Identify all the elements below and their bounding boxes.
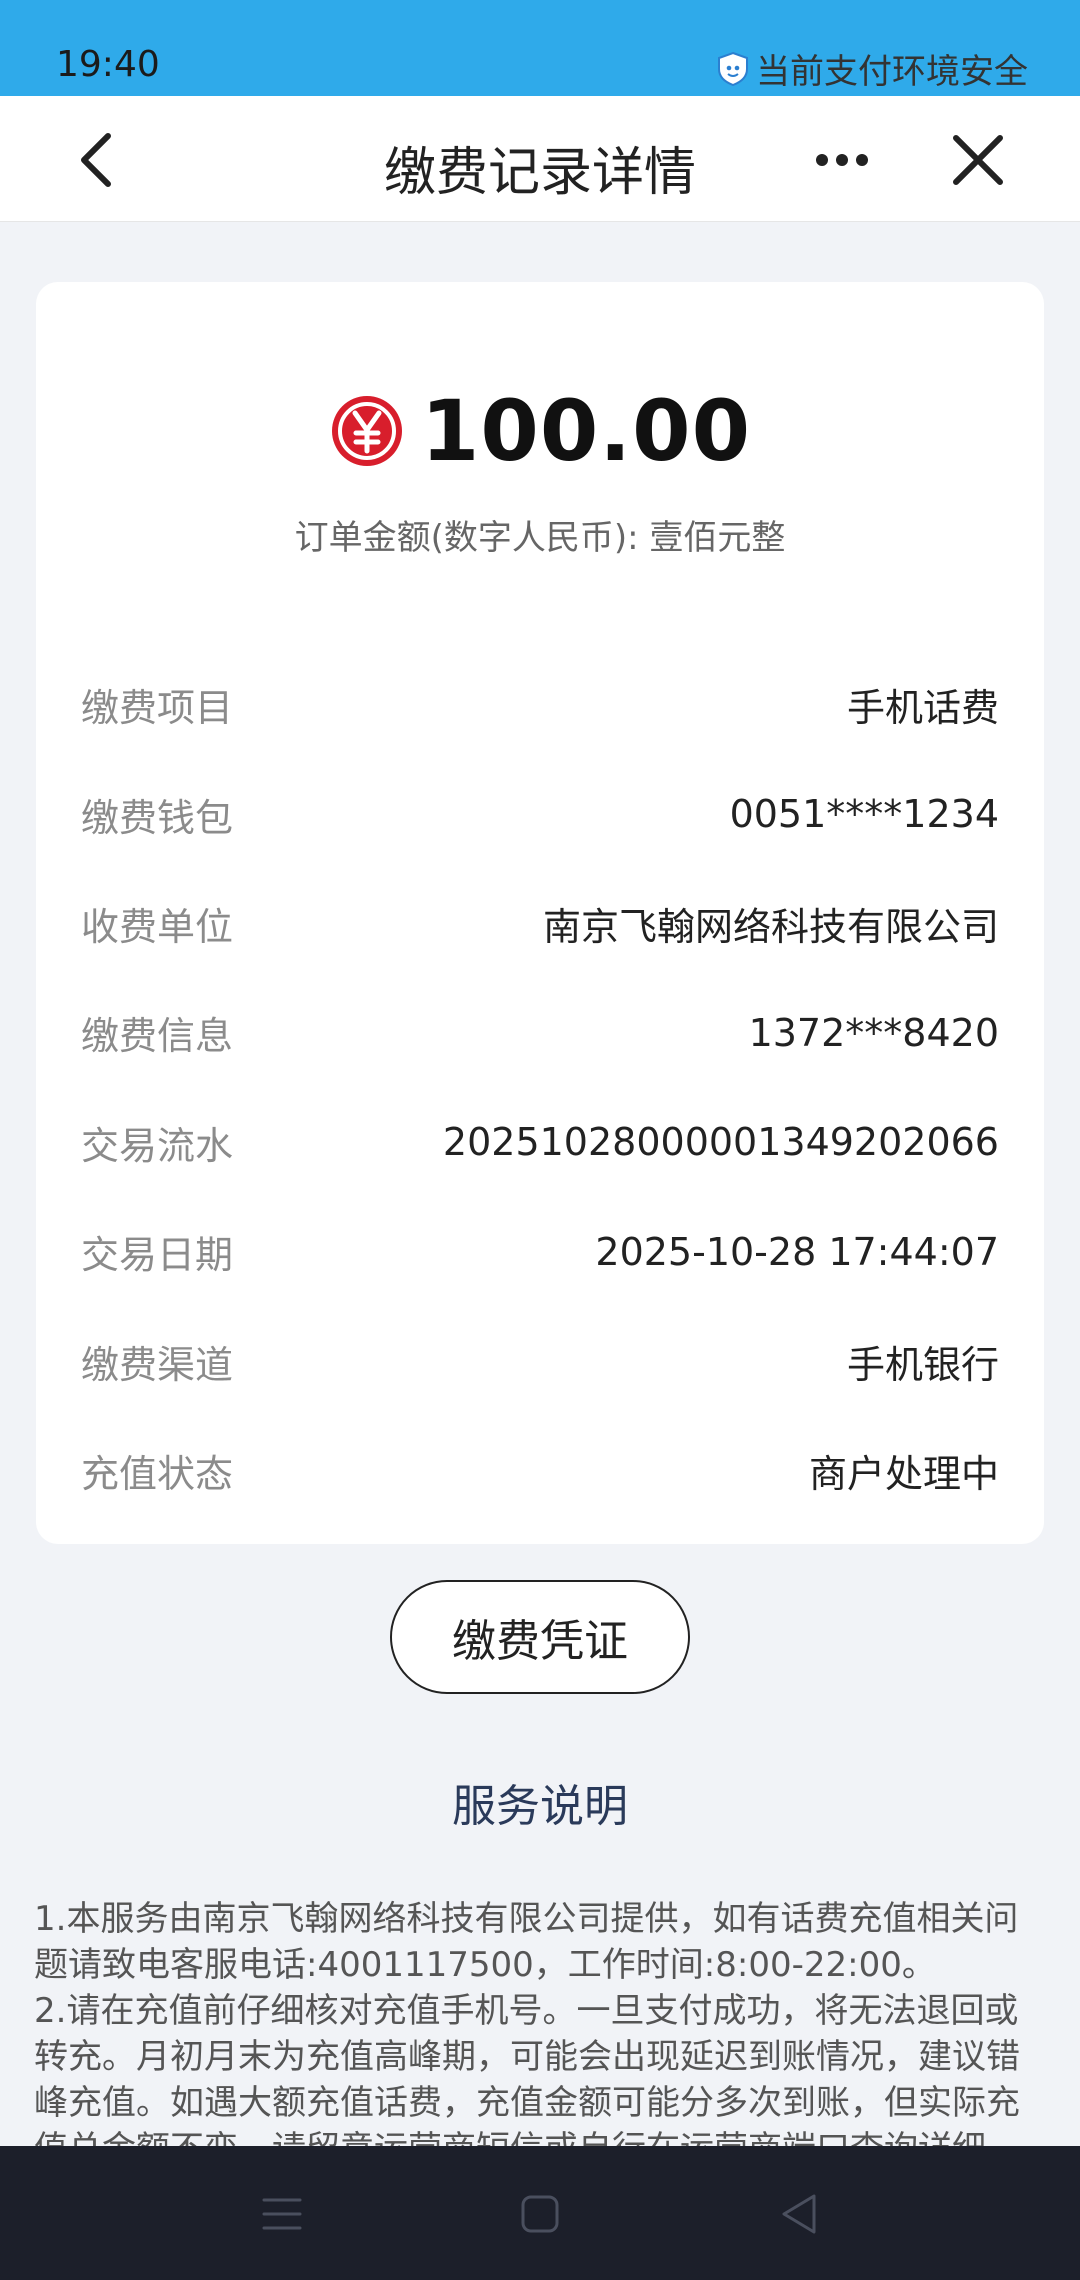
detail-row: 缴费渠道 手机银行 xyxy=(81,1306,999,1415)
amount-row: 100.00 xyxy=(36,382,1044,480)
service-note: 1.本服务由南京飞翰网络科技有限公司提供，如有话费充值相关问题请致电客服电话:4… xyxy=(34,1899,1019,1985)
service-notes: 1.本服务由南京飞翰网络科技有限公司提供，如有话费充值相关问题请致电客服电话:4… xyxy=(34,1896,1046,2146)
detail-row: 缴费钱包 0051****1234 xyxy=(81,759,999,868)
detail-value: 2025-10-28 17:44:07 xyxy=(595,1229,999,1274)
detail-value: 0051****1234 xyxy=(729,792,999,837)
detail-label: 交易流水 xyxy=(81,1123,234,1168)
security-indicator: 当前支付环境安全 xyxy=(716,44,1028,93)
system-navigation-bar xyxy=(0,2146,1080,2280)
status-time: 19:40 xyxy=(56,44,160,85)
menu-icon xyxy=(262,2198,302,2230)
detail-list: 缴费项目 手机话费 缴费钱包 0051****1234 收费单位 南京飞翰网络科… xyxy=(81,650,999,1525)
service-note: 2.请在充值前仔细核对充值手机号。一旦支付成功，将无法退回或转充。月初月末为充值… xyxy=(34,1991,1020,2146)
system-home-button[interactable] xyxy=(512,2186,568,2242)
security-text: 当前支付环境安全 xyxy=(756,52,1028,92)
payment-detail-card: 100.00 订单金额(数字人民币): 壹佰元整 缴费项目 手机话费 缴费钱包 … xyxy=(36,282,1044,1544)
back-triangle-icon xyxy=(782,2194,816,2234)
status-bar: 19:40 当前支付环境安全 xyxy=(0,0,1080,96)
close-button[interactable] xyxy=(944,126,1012,194)
detail-value: 手机话费 xyxy=(846,686,999,731)
service-title: 服务说明 xyxy=(452,1781,628,1832)
digital-rmb-icon xyxy=(331,396,402,466)
detail-value: 1372***8420 xyxy=(748,1010,999,1055)
close-icon xyxy=(953,135,1003,185)
detail-label: 缴费项目 xyxy=(81,686,234,731)
page-title: 缴费记录详情 xyxy=(383,143,696,203)
system-back-button[interactable] xyxy=(770,2186,826,2242)
system-menu-button[interactable] xyxy=(254,2186,310,2242)
detail-row: 交易流水 2025102800000134920206​6 xyxy=(81,1088,999,1197)
detail-value: 手机银行 xyxy=(846,1342,999,1387)
detail-label: 缴费信息 xyxy=(81,1014,234,1059)
payment-receipt-button[interactable]: 缴费凭证 xyxy=(390,1580,690,1694)
detail-row: 缴费信息 1372***8420 xyxy=(81,978,999,1087)
detail-label: 缴费钱包 xyxy=(81,795,234,840)
detail-value: 商户处理中 xyxy=(808,1451,999,1496)
amount-caption: 订单金额(数字人民币): 壹佰元整 xyxy=(294,518,786,558)
more-icon xyxy=(816,154,868,166)
amount-value: 100.00 xyxy=(420,382,752,480)
more-button[interactable] xyxy=(808,126,876,194)
detail-row: 收费单位 南京飞翰网络科技有限公司 xyxy=(81,869,999,978)
detail-value: 南京飞翰网络科技有限公司 xyxy=(542,904,999,949)
navigation-bar: 缴费记录详情 xyxy=(0,96,1080,222)
home-icon xyxy=(521,2195,559,2233)
shield-icon xyxy=(718,51,748,86)
detail-label: 交易日期 xyxy=(81,1233,234,1278)
detail-label: 收费单位 xyxy=(81,904,234,949)
detail-value: 2025102800000134920206​6 xyxy=(442,1120,999,1165)
detail-label: 充值状态 xyxy=(81,1451,234,1496)
detail-row: 缴费项目 手机话费 xyxy=(81,650,999,759)
detail-row: 充值状态 商户处理中 xyxy=(81,1416,999,1525)
detail-row: 交易日期 2025-10-28 17:44:07 xyxy=(81,1197,999,1306)
detail-label: 缴费渠道 xyxy=(81,1342,234,1387)
